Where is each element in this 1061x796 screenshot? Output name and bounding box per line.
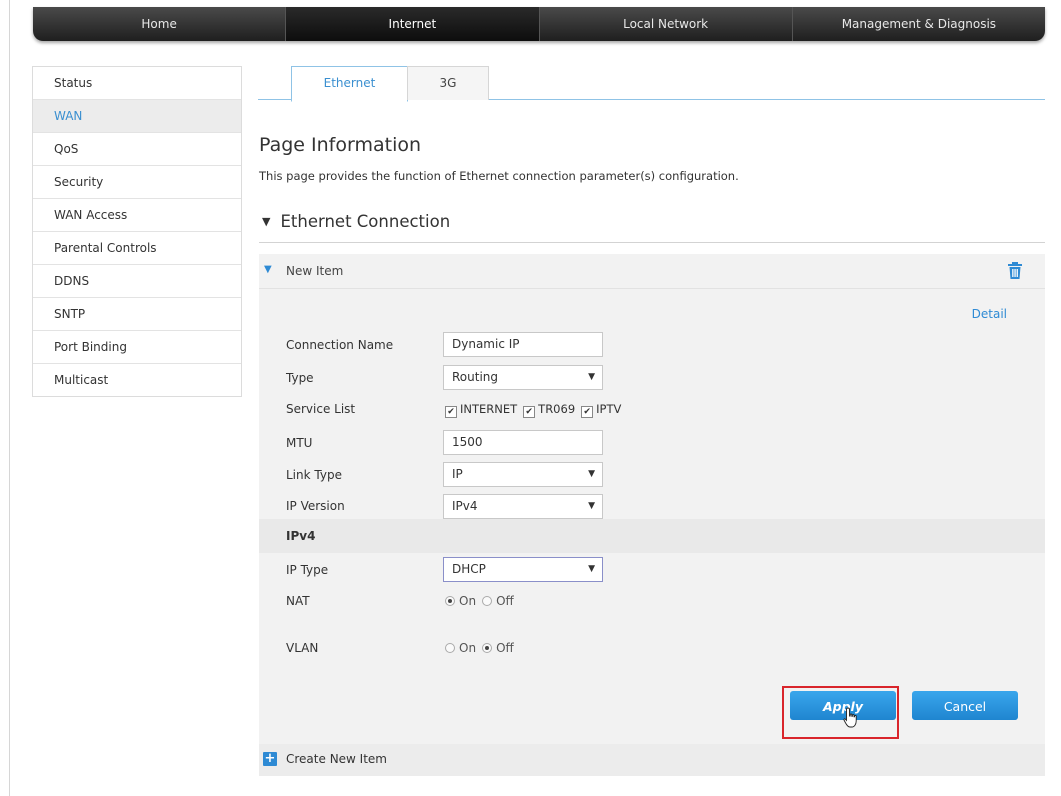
vlan-off-option[interactable]: Off xyxy=(482,641,514,655)
sidebar-item-parental-controls[interactable]: Parental Controls xyxy=(33,232,241,265)
radio-selected-icon xyxy=(482,643,493,653)
plus-icon: + xyxy=(263,751,277,766)
link-type-select[interactable]: IP ▼ xyxy=(443,462,603,487)
type-label: Type xyxy=(286,371,314,385)
vlan-label: VLAN xyxy=(286,641,319,655)
new-item-panel: ▼ New Item Detail Connection Name Dynami… xyxy=(259,254,1045,776)
item-header[interactable]: ▼ New Item xyxy=(259,254,1045,289)
sidebar-item-wan-access[interactable]: WAN Access xyxy=(33,199,241,232)
vlan-on-option[interactable]: On xyxy=(445,641,476,655)
window-left-border xyxy=(9,0,10,796)
create-new-item-label: Create New Item xyxy=(286,752,387,766)
sidebar-item-status[interactable]: Status xyxy=(33,67,241,100)
nat-label: NAT xyxy=(286,594,310,608)
radio-unselected-icon xyxy=(445,643,455,653)
ip-version-select-value: IPv4 xyxy=(452,499,478,513)
link-type-select-value: IP xyxy=(452,467,463,481)
ip-type-select-value: DHCP xyxy=(452,562,486,576)
dropdown-caret-icon: ▼ xyxy=(588,564,595,574)
service-list-label: Service List xyxy=(286,402,356,416)
expand-triangle-icon: ▼ xyxy=(264,264,272,275)
sidebar-item-ddns[interactable]: DDNS xyxy=(33,265,241,298)
section-title: Ethernet Connection xyxy=(280,212,451,231)
nav-home[interactable]: Home xyxy=(33,7,287,41)
create-new-item-row[interactable]: + Create New Item xyxy=(259,744,1045,776)
page-title: Page Information xyxy=(259,134,422,156)
tab-3g[interactable]: 3G xyxy=(407,66,489,100)
nav-internet[interactable]: Internet xyxy=(286,7,540,41)
collapse-triangle-icon: ▼ xyxy=(262,215,271,228)
nat-on-option[interactable]: On xyxy=(445,594,476,608)
nat-on-label: On xyxy=(459,594,477,608)
service-internet-option[interactable]: ✔ INTERNET xyxy=(445,402,518,418)
vlan-on-label: On xyxy=(459,641,477,655)
nav-local-network[interactable]: Local Network xyxy=(540,7,793,41)
item-title: New Item xyxy=(286,264,344,278)
service-iptv-label: IPTV xyxy=(596,402,622,416)
hand-cursor-icon xyxy=(843,707,857,728)
sidebar-item-multicast[interactable]: Multicast xyxy=(33,364,241,396)
nav-management-diagnosis[interactable]: Management & Diagnosis xyxy=(793,7,1045,41)
sidebar-item-port-binding[interactable]: Port Binding xyxy=(33,331,241,364)
service-tr069-label: TR069 xyxy=(538,402,576,416)
ip-version-label: IP Version xyxy=(286,499,345,513)
connection-name-input[interactable]: Dynamic IP xyxy=(443,332,603,357)
type-select-value: Routing xyxy=(452,370,499,384)
nat-off-option[interactable]: Off xyxy=(482,594,514,608)
mtu-label: MTU xyxy=(286,436,313,450)
ip-version-select[interactable]: IPv4 ▼ xyxy=(443,494,603,519)
nat-off-label: Off xyxy=(496,594,514,608)
radio-selected-icon xyxy=(445,596,455,606)
service-tr069-option[interactable]: ✔ TR069 xyxy=(523,402,576,418)
service-list-checkboxes: ✔ INTERNET ✔ TR069 ✔ IPTV xyxy=(445,402,622,418)
checkbox-checked-icon: ✔ xyxy=(581,406,594,418)
ipv4-heading: IPv4 xyxy=(286,529,316,543)
dropdown-caret-icon: ▼ xyxy=(588,372,595,382)
trash-icon[interactable] xyxy=(1007,262,1023,280)
top-navigation: Home Internet Local Network Management &… xyxy=(33,7,1045,41)
sidebar-item-wan[interactable]: WAN xyxy=(33,100,241,133)
connection-name-label: Connection Name xyxy=(286,338,394,352)
ipv4-subsection xyxy=(259,519,1045,553)
sidebar-item-sntp[interactable]: SNTP xyxy=(33,298,241,331)
dropdown-caret-icon: ▼ xyxy=(588,469,595,479)
service-iptv-option[interactable]: ✔ IPTV xyxy=(581,402,622,418)
radio-unselected-icon xyxy=(482,596,493,606)
ip-type-select[interactable]: DHCP ▼ xyxy=(443,557,603,582)
detail-link[interactable]: Detail xyxy=(972,307,1007,321)
link-type-label: Link Type xyxy=(286,468,342,482)
sidebar-item-security[interactable]: Security xyxy=(33,166,241,199)
mtu-input[interactable]: 1500 xyxy=(443,430,603,455)
tab-ethernet[interactable]: Ethernet xyxy=(291,66,408,102)
section-header[interactable]: ▼ Ethernet Connection xyxy=(262,212,450,231)
service-internet-label: INTERNET xyxy=(460,402,518,416)
vlan-off-label: Off xyxy=(496,641,514,655)
vlan-radio-group: On Off xyxy=(445,641,514,655)
type-select[interactable]: Routing ▼ xyxy=(443,365,603,390)
page-description: This page provides the function of Ether… xyxy=(259,169,739,183)
ip-type-label: IP Type xyxy=(286,563,329,577)
nat-radio-group: On Off xyxy=(445,594,514,608)
checkbox-checked-icon: ✔ xyxy=(445,406,457,418)
sidebar: Status WAN QoS Security WAN Access Paren… xyxy=(32,66,242,397)
checkbox-checked-icon: ✔ xyxy=(523,406,536,418)
sidebar-item-qos[interactable]: QoS xyxy=(33,133,241,166)
section-divider xyxy=(259,242,1045,243)
cancel-button[interactable]: Cancel xyxy=(912,691,1018,720)
dropdown-caret-icon: ▼ xyxy=(588,501,595,511)
